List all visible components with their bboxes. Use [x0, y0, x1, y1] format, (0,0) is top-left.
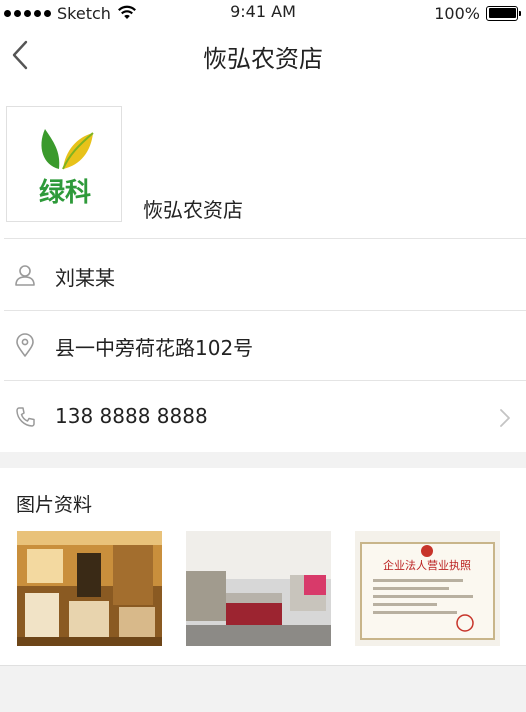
battery-icon — [486, 5, 521, 21]
photo-section-title: 图片资料 — [16, 494, 93, 516]
nav-bar: 恢弘农资店 — [0, 26, 526, 84]
store-photo-2[interactable] — [186, 531, 331, 646]
store-info-card: 绿科 恢弘农资店 刘某某 县一中旁荷花路102号 138 8888 8888 — [0, 84, 526, 452]
store-name: 恢弘农资店 — [143, 198, 243, 222]
chevron-right-icon — [500, 409, 510, 427]
store-aisle-image — [186, 531, 331, 646]
license-title: 企业法人营业执照 — [383, 558, 471, 572]
store-interior-image — [17, 531, 162, 646]
address-row: 县一中旁荷花路102号 — [0, 310, 526, 380]
location-pin-icon — [16, 333, 34, 357]
user-icon — [15, 265, 35, 286]
address-text: 县一中旁荷花路102号 — [55, 336, 254, 360]
contact-row: 刘某某 — [0, 240, 526, 310]
divider — [4, 380, 526, 381]
business-license-photo[interactable]: 企业法人营业执照 — [355, 531, 500, 646]
battery-percent: 100% — [434, 3, 480, 23]
phone-number: 138 8888 8888 — [55, 404, 208, 428]
photo-section: 图片资料 企业法人营业执照 — [0, 468, 526, 666]
divider — [4, 238, 526, 239]
contact-name: 刘某某 — [55, 266, 115, 290]
phone-icon — [16, 407, 35, 427]
store-photo-1[interactable] — [17, 531, 162, 646]
logo-text: 绿科 — [39, 178, 91, 208]
store-logo: 绿科 — [6, 106, 122, 222]
page-title: 恢弘农资店 — [203, 45, 323, 73]
license-image: 企业法人营业执照 — [355, 531, 500, 646]
battery-info: 100% — [434, 2, 521, 24]
status-bar: Sketch 9:41 AM 100% — [0, 0, 526, 26]
phone-row[interactable]: 138 8888 8888 — [0, 382, 526, 452]
leaf-logo-icon: 绿科 — [39, 129, 94, 208]
